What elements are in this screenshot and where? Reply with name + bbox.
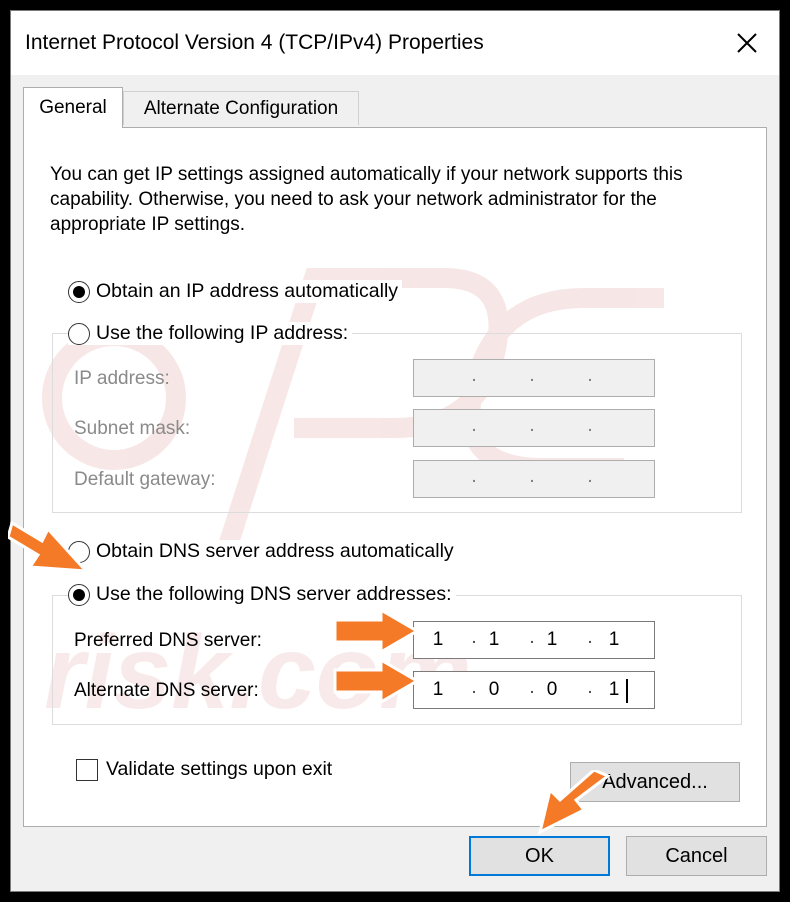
checkbox-box <box>76 758 98 781</box>
octet-separator: . <box>587 466 593 487</box>
octet-separator: . <box>471 466 477 487</box>
radio-button-unselected <box>68 540 90 563</box>
octet-separator: . <box>587 365 593 386</box>
preferred-dns-label: Preferred DNS server: <box>74 630 262 651</box>
intro-text: You can get IP settings assigned automat… <box>50 164 683 235</box>
octet: 0 <box>488 679 500 700</box>
use-following-ip-label: Use the following IP address: <box>96 322 349 344</box>
validate-settings-checkbox[interactable]: Validate settings upon exit <box>76 758 332 781</box>
validate-settings-label: Validate settings upon exit <box>106 758 333 780</box>
close-icon <box>737 33 757 53</box>
octet: 1 <box>432 679 444 700</box>
ip-address-field[interactable]: . . . <box>413 359 655 397</box>
octet: 1 <box>432 629 444 650</box>
octet: 1 <box>488 629 500 650</box>
octet-separator: . <box>529 415 535 436</box>
use-following-dns-label: Use the following DNS server addresses: <box>96 583 452 605</box>
obtain-ip-auto-radio[interactable]: Obtain an IP address automatically <box>68 280 403 303</box>
advanced-button[interactable]: Advanced... <box>570 762 740 802</box>
octet-separator: . <box>471 415 477 436</box>
obtain-ip-auto-label: Obtain an IP address automatically <box>96 280 399 302</box>
octet-separator: . <box>587 415 593 436</box>
tab-general[interactable]: General <box>23 87 123 128</box>
general-tab-panel: risk.com You can get IP settings assigne… <box>23 127 767 827</box>
alternate-dns-field[interactable]: 1 . 0 . 0 . 1 <box>413 671 655 709</box>
use-following-ip-radio[interactable]: Use the following IP address: <box>68 322 353 345</box>
octet: 1 <box>608 679 620 700</box>
radio-button-selected <box>68 583 90 606</box>
obtain-dns-auto-label: Obtain DNS server address automatically <box>96 540 454 562</box>
radio-button-selected <box>68 280 90 303</box>
ok-button[interactable]: OK <box>469 836 610 876</box>
octet-separator: . <box>529 466 535 487</box>
close-button[interactable] <box>715 11 779 75</box>
octet: 1 <box>546 629 558 650</box>
window-title: Internet Protocol Version 4 (TCP/IPv4) P… <box>25 31 484 54</box>
use-following-dns-radio[interactable]: Use the following DNS server addresses: <box>68 583 456 606</box>
tab-alternate-configuration[interactable]: Alternate Configuration <box>123 91 359 125</box>
octet: 1 <box>608 629 620 650</box>
default-gateway-field[interactable]: . . . <box>413 460 655 498</box>
octet: 0 <box>546 679 558 700</box>
subnet-mask-field[interactable]: . . . <box>413 409 655 447</box>
alternate-dns-label: Alternate DNS server: <box>74 680 259 701</box>
subnet-mask-label: Subnet mask: <box>74 418 191 439</box>
ip-address-label: IP address: <box>74 368 170 389</box>
title-bar: Internet Protocol Version 4 (TCP/IPv4) P… <box>11 11 779 75</box>
cancel-button[interactable]: Cancel <box>626 836 767 876</box>
obtain-dns-auto-radio[interactable]: Obtain DNS server address automatically <box>68 540 458 563</box>
octet-separator: . <box>529 365 535 386</box>
default-gateway-label: Default gateway: <box>74 469 216 490</box>
octet-separator: . <box>471 365 477 386</box>
radio-button-unselected <box>68 322 90 345</box>
text-cursor <box>626 679 628 703</box>
preferred-dns-field[interactable]: 1 . 1 . 1 . 1 <box>413 621 655 659</box>
ipv4-properties-dialog: Internet Protocol Version 4 (TCP/IPv4) P… <box>10 10 780 892</box>
